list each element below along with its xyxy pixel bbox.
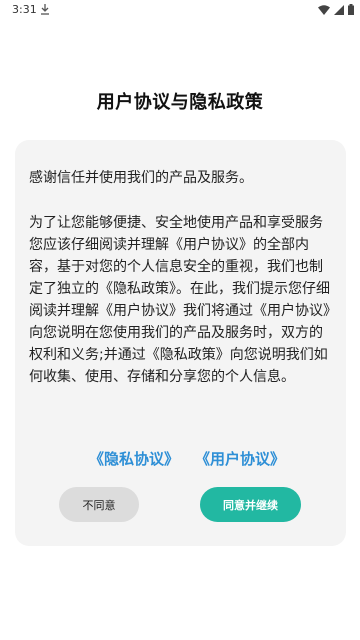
thanks-text: 感谢信任并使用我们的产品及服务。 (29, 170, 253, 186)
download-icon (41, 4, 49, 15)
wifi-icon (318, 4, 330, 15)
status-bar: 3:31 (0, 0, 360, 22)
agreement-card: 感谢信任并使用我们的产品及服务。 为了让您能够便捷、安全地使用产品和享受服务您应… (15, 140, 346, 546)
user-agreement-link[interactable]: 《用户协议》 (195, 448, 285, 469)
battery-icon (348, 4, 354, 15)
agreement-body-text: 为了让您能够便捷、安全地使用产品和享受服务您应该仔细阅读并理解《用户协议》的全部… (29, 215, 330, 385)
privacy-agreement-link[interactable]: 《隐私协议》 (89, 448, 179, 469)
agree-continue-button[interactable]: 同意并继续 (200, 487, 301, 522)
disagree-button[interactable]: 不同意 (59, 487, 139, 522)
status-time: 3:31 (12, 3, 37, 16)
page-title: 用户协议与隐私政策 (96, 92, 264, 113)
status-icons (318, 4, 354, 15)
signal-icon (334, 4, 344, 15)
